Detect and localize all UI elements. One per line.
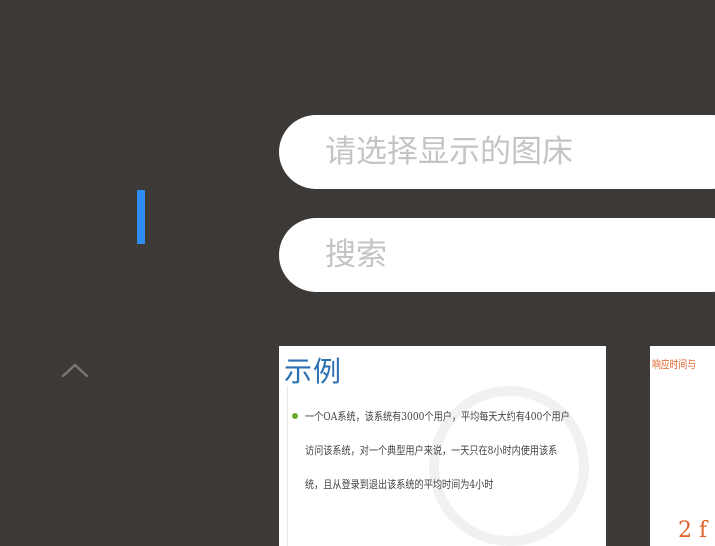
slide-text: 2 f <box>678 518 708 543</box>
bullet-icon <box>292 413 298 419</box>
slide-title: 响应时间与 <box>652 358 696 371</box>
search-input[interactable] <box>323 236 715 274</box>
search-field[interactable] <box>279 218 715 292</box>
gallery-item[interactable]: 示例 一个OA系统，该系统有3000个用户，平均每天大约有400个用户 访问该系… <box>279 346 606 546</box>
slide-text-line: 一个OA系统，该系统有3000个用户，平均每天大约有400个用户 <box>305 410 570 423</box>
gallery-item[interactable]: 响应时间与 2 f <box>650 346 715 546</box>
image-bed-select-input[interactable] <box>323 133 715 171</box>
slide-text-line: 统，且从登录到退出该系统的平均时间为4小时 <box>305 478 494 491</box>
chevron-up-icon <box>61 363 89 378</box>
image-bed-select[interactable] <box>279 115 715 189</box>
slide-text-line: 访问该系统，对一个典型用户来说，一天只在8小时内使用该系 <box>305 444 558 457</box>
slide-title: 示例 <box>284 355 343 388</box>
collapse-button[interactable] <box>58 356 92 382</box>
sidebar-active-indicator <box>137 190 145 244</box>
slide-divider <box>287 386 288 546</box>
